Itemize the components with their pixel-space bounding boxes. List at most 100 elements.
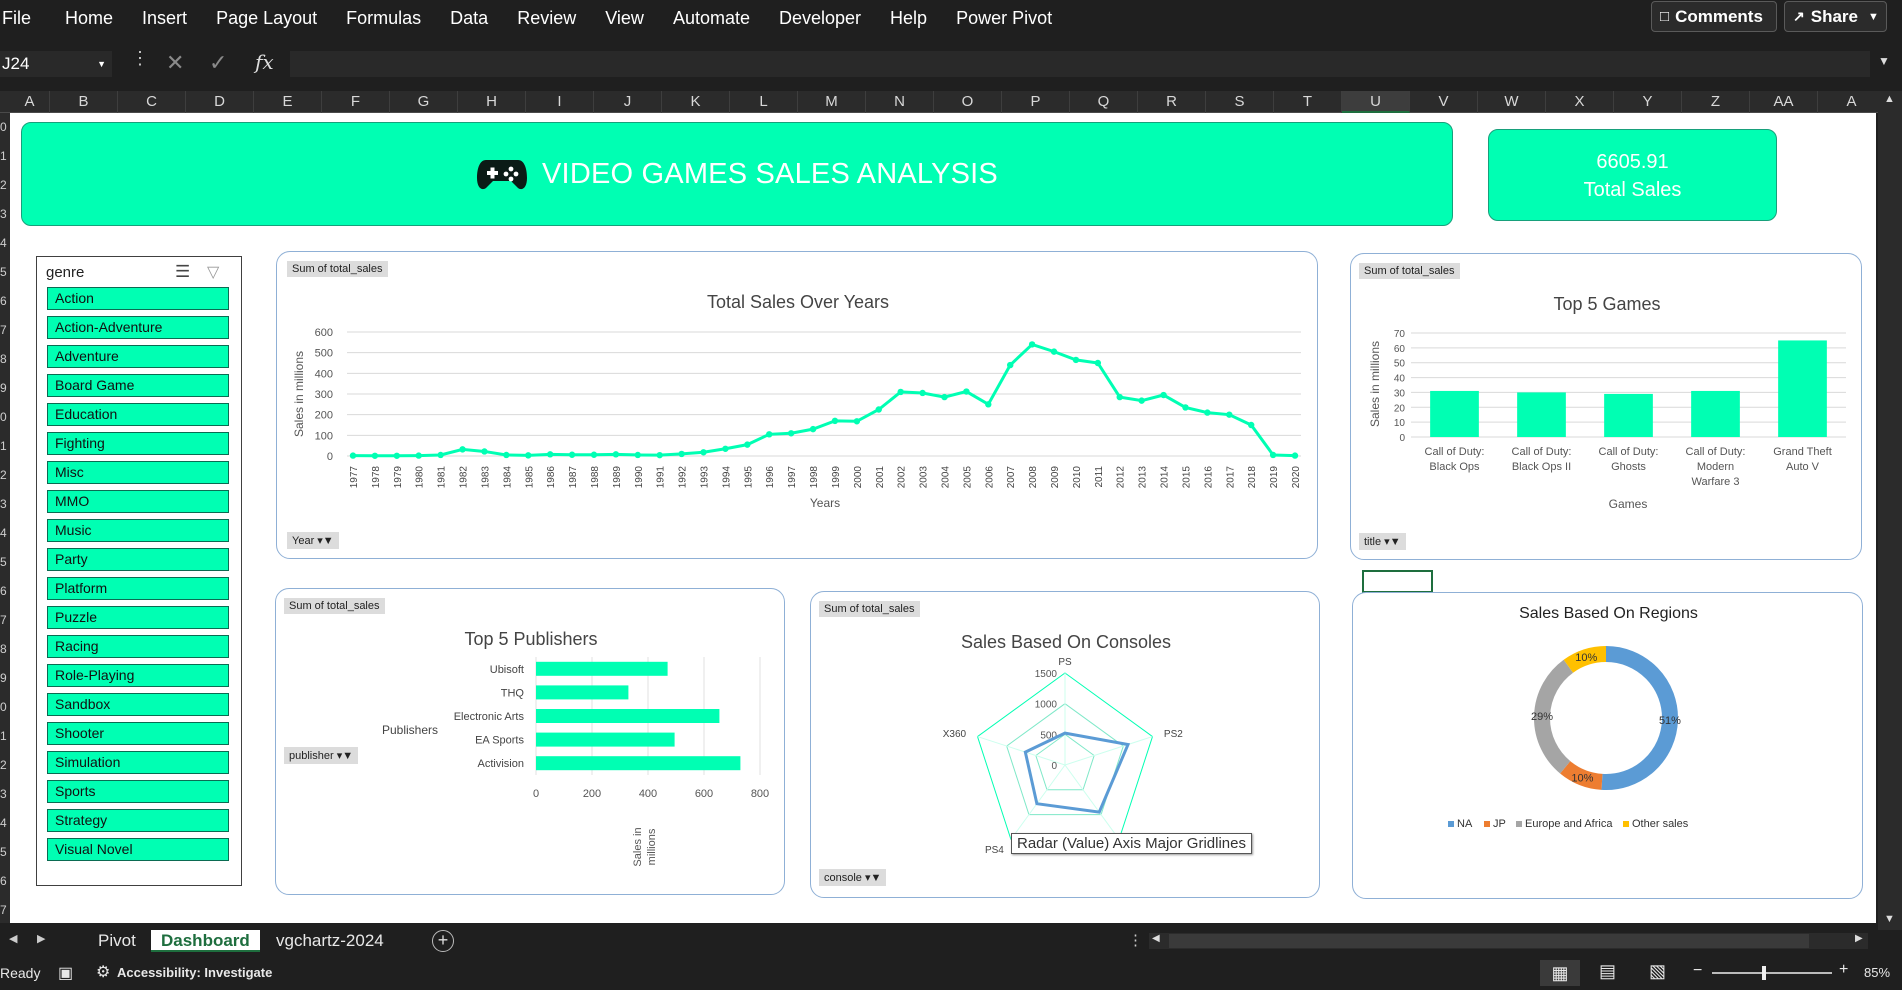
- column-header[interactable]: U: [1342, 91, 1410, 113]
- row-header[interactable]: 8: [0, 635, 10, 664]
- row-header[interactable]: 0: [0, 693, 10, 722]
- slicer-item[interactable]: Platform: [47, 577, 229, 600]
- row-header[interactable]: 8: [0, 345, 10, 374]
- slicer-item[interactable]: Puzzle: [47, 606, 229, 629]
- slicer-item[interactable]: Party: [47, 548, 229, 571]
- accessibility-status[interactable]: Accessibility: Investigate: [117, 965, 272, 980]
- zoom-out-icon[interactable]: −: [1693, 962, 1702, 980]
- column-header[interactable]: R: [1138, 91, 1206, 113]
- slicer-item[interactable]: Board Game: [47, 374, 229, 397]
- column-header[interactable]: M: [798, 91, 866, 113]
- row-header[interactable]: 6: [0, 577, 10, 606]
- slicer-item[interactable]: Strategy: [47, 809, 229, 832]
- menu-data[interactable]: Data: [450, 8, 488, 29]
- menu-formulas[interactable]: Formulas: [346, 8, 421, 29]
- column-header[interactable]: X: [1546, 91, 1614, 113]
- column-header[interactable]: D: [186, 91, 254, 113]
- tab-options-icon[interactable]: ⋮: [1128, 931, 1143, 949]
- menu-view[interactable]: View: [605, 8, 644, 29]
- menu-automate[interactable]: Automate: [673, 8, 750, 29]
- row-header[interactable]: 9: [0, 374, 10, 403]
- column-header[interactable]: H: [458, 91, 526, 113]
- column-header[interactable]: T: [1274, 91, 1342, 113]
- name-box[interactable]: J24 ▼: [0, 51, 112, 77]
- column-header[interactable]: Y: [1614, 91, 1682, 113]
- macro-record-icon[interactable]: ▣: [58, 963, 73, 983]
- column-header[interactable]: B: [50, 91, 118, 113]
- row-header[interactable]: 1: [0, 142, 10, 171]
- row-header[interactable]: 4: [0, 229, 10, 258]
- clear-filter-icon[interactable]: ▽: [207, 262, 219, 282]
- menu-home[interactable]: Home: [65, 8, 113, 29]
- vertical-scrollbar[interactable]: ▲ ▼: [1878, 91, 1902, 930]
- tab-dashboard[interactable]: Dashboard: [151, 930, 260, 952]
- sales-over-years-chart[interactable]: Sum of total_sales Total Sales Over Year…: [276, 251, 1318, 559]
- column-header[interactable]: K: [662, 91, 730, 113]
- slicer-item[interactable]: Education: [47, 403, 229, 426]
- row-header[interactable]: 7: [0, 606, 10, 635]
- slicer-item[interactable]: Music: [47, 519, 229, 542]
- add-sheet-button[interactable]: +: [432, 930, 454, 952]
- column-header[interactable]: V: [1410, 91, 1478, 113]
- row-header[interactable]: 1: [0, 432, 10, 461]
- row-header[interactable]: 9: [0, 664, 10, 693]
- row-header[interactable]: 0: [0, 403, 10, 432]
- slicer-item[interactable]: Role-Playing: [47, 664, 229, 687]
- row-header[interactable]: 3: [0, 200, 10, 229]
- top-games-chart[interactable]: Sum of total_sales Top 5 Games 0 10 20 30 40…: [1350, 253, 1862, 560]
- column-header[interactable]: J: [594, 91, 662, 113]
- share-button[interactable]: ↗ Share ▼: [1784, 1, 1887, 32]
- row-header[interactable]: 7: [0, 316, 10, 345]
- row-header[interactable]: 6: [0, 287, 10, 316]
- column-header[interactable]: O: [934, 91, 1002, 113]
- scroll-down-icon[interactable]: ▼: [1884, 913, 1895, 925]
- slicer-item[interactable]: Sports: [47, 780, 229, 803]
- column-header[interactable]: G: [390, 91, 458, 113]
- column-header[interactable]: P: [1002, 91, 1070, 113]
- column-header[interactable]: W: [1478, 91, 1546, 113]
- active-cell[interactable]: [1362, 570, 1433, 593]
- slicer-item[interactable]: Action-Adventure: [47, 316, 229, 339]
- slicer-item[interactable]: MMO: [47, 490, 229, 513]
- column-header[interactable]: Q: [1070, 91, 1138, 113]
- row-header[interactable]: 3: [0, 490, 10, 519]
- cancel-icon[interactable]: ✕: [166, 50, 184, 76]
- scroll-up-icon[interactable]: ▲: [1884, 93, 1895, 105]
- row-header[interactable]: 0: [0, 113, 10, 142]
- accessibility-icon[interactable]: ⚙: [96, 962, 110, 982]
- menu-file[interactable]: File: [2, 8, 31, 29]
- menu-help[interactable]: Help: [890, 8, 927, 29]
- normal-view-icon[interactable]: ▦: [1540, 960, 1580, 986]
- menu-page-layout[interactable]: Page Layout: [216, 8, 317, 29]
- scroll-right-icon[interactable]: ▶: [1855, 933, 1863, 944]
- enter-icon[interactable]: ✓: [209, 50, 227, 76]
- column-header[interactable]: E: [254, 91, 322, 113]
- page-layout-view-icon[interactable]: ▤: [1599, 961, 1616, 982]
- zoom-in-icon[interactable]: +: [1839, 961, 1848, 979]
- column-header[interactable]: A: [1818, 91, 1886, 113]
- slicer-item[interactable]: Simulation: [47, 751, 229, 774]
- year-filter-button[interactable]: Year ▾▼: [287, 532, 339, 549]
- row-header[interactable]: 2: [0, 171, 10, 200]
- zoom-level[interactable]: 85%: [1864, 965, 1890, 980]
- expand-formula-icon[interactable]: ▼: [1878, 54, 1890, 68]
- page-break-view-icon[interactable]: ▧: [1649, 961, 1666, 982]
- row-header[interactable]: 5: [0, 548, 10, 577]
- slicer-item[interactable]: Visual Novel: [47, 838, 229, 861]
- formula-input[interactable]: [290, 51, 1870, 77]
- slicer-item[interactable]: Fighting: [47, 432, 229, 455]
- menu-power-pivot[interactable]: Power Pivot: [956, 8, 1052, 29]
- row-header[interactable]: 6: [0, 867, 10, 896]
- row-header[interactable]: 4: [0, 519, 10, 548]
- scroll-left-icon[interactable]: ◀: [1152, 933, 1160, 944]
- slicer-item[interactable]: Action: [47, 287, 229, 310]
- row-header[interactable]: 1: [0, 722, 10, 751]
- column-header[interactable]: Z: [1682, 91, 1750, 113]
- column-header[interactable]: A: [10, 91, 50, 113]
- row-header[interactable]: 7: [0, 896, 10, 925]
- row-header[interactable]: 5: [0, 838, 10, 867]
- regions-donut-chart[interactable]: Sales Based On Regions 51% 10% 29% 10% NA JP E…: [1352, 592, 1863, 899]
- console-filter-button[interactable]: console ▾▼: [819, 869, 887, 886]
- multi-select-icon[interactable]: ☰: [175, 262, 190, 282]
- prev-sheet-icon[interactable]: ◀: [9, 932, 17, 945]
